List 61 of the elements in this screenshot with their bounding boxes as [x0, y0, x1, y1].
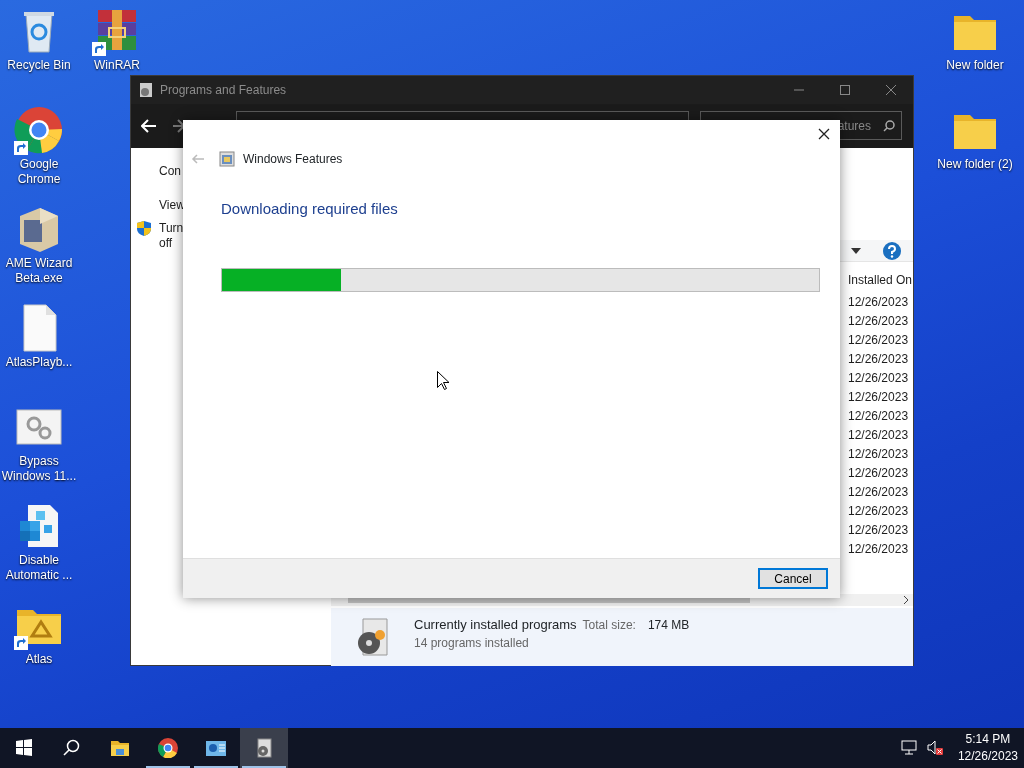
programs-icon — [138, 82, 154, 98]
search-icon — [62, 738, 82, 758]
column-header[interactable]: Installed On — [848, 271, 913, 289]
table-cell-text: 12/26/2023 — [848, 484, 909, 501]
control-panel-icon — [206, 738, 226, 758]
table-cell-text: 12/26/2023 — [848, 294, 909, 311]
window-title: Programs and Features — [160, 82, 287, 99]
window-features-icon — [219, 151, 235, 167]
taskbar-button[interactable] — [240, 728, 288, 768]
dialog-heading: Downloading required files — [221, 199, 399, 219]
table-cell-text: 12/26/2023 — [848, 351, 909, 368]
help-icon[interactable] — [883, 242, 901, 260]
shortcut-arrow-icon — [92, 42, 106, 56]
chrome-icon[interactable] — [14, 105, 64, 155]
search-icon[interactable] — [883, 119, 895, 132]
table-cell-text: 12/26/2023 — [848, 389, 909, 406]
muted-speaker-icon[interactable] — [926, 740, 944, 756]
shortcut-arrow-icon — [14, 636, 28, 650]
chrome-icon — [158, 738, 178, 758]
programs-icon — [254, 738, 274, 758]
table-cell-text: 12/26/2023 — [848, 522, 909, 539]
table-cell-text: 12/26/2023 — [848, 313, 909, 330]
desktop-icon-label[interactable]: WinRAR — [79, 58, 155, 73]
desktop-icon-label[interactable]: New folder (2) — [937, 157, 1013, 172]
start-icon — [14, 738, 34, 758]
table-cell-text: 12/26/2023 — [848, 408, 909, 425]
table-cell-text: 12/26/2023 — [848, 541, 909, 558]
table-cell-text: 12/26/2023 — [848, 503, 909, 520]
desktop-icon-label[interactable]: AtlasPlayb... — [1, 355, 77, 370]
table-cell-text: 12/26/2023 — [848, 446, 909, 463]
shortcut-arrow-icon — [14, 141, 28, 155]
shield-icon — [137, 221, 151, 236]
forward-arrow-icon[interactable] — [173, 119, 185, 133]
desktop-icon-label[interactable]: Google Chrome — [1, 157, 77, 187]
desktop-icon-label[interactable]: AME Wizard Beta.exe — [1, 256, 77, 286]
table-cell-text: 12/26/2023 — [848, 427, 909, 444]
left-pane-link[interactable]: Turn off — [159, 221, 183, 251]
mouse-cursor-icon — [437, 371, 449, 390]
left-pane-link[interactable]: Con — [159, 164, 183, 179]
table-cell-text: 12/26/2023 — [848, 370, 909, 387]
table-cell-text: 12/26/2023 — [848, 332, 909, 349]
table-cell-text: 12/26/2023 — [848, 465, 909, 482]
details-value: 174 MB — [647, 617, 690, 634]
dropdown-caret-icon[interactable] — [851, 247, 861, 255]
network-icon[interactable] — [900, 740, 919, 756]
clock[interactable]: 5:14 PM 12/26/2023 — [957, 731, 1018, 765]
desktop-icon-label[interactable]: Atlas — [1, 652, 77, 667]
folder-icon — [110, 738, 130, 758]
details-label: Total size: — [582, 617, 636, 634]
desktop-icon-label[interactable]: Disable Automatic ... — [1, 553, 77, 583]
desktop-icon-label[interactable]: New folder — [937, 58, 1013, 73]
cancel-button[interactable]: Cancel — [758, 568, 828, 589]
close-icon[interactable] — [818, 128, 830, 140]
clock-time: 5:14 PM — [964, 731, 1012, 748]
desktop-icon-label[interactable]: Bypass Windows 11... — [1, 454, 77, 484]
scroll-right-icon[interactable] — [903, 596, 909, 604]
dialog-title: Windows Features — [243, 151, 343, 168]
desktop-icon-label[interactable]: Recycle Bin — [1, 58, 77, 73]
clock-date: 12/26/2023 — [957, 748, 1018, 765]
details-count: 14 programs installed — [414, 635, 529, 652]
details-title: Currently installed programs — [414, 616, 577, 634]
